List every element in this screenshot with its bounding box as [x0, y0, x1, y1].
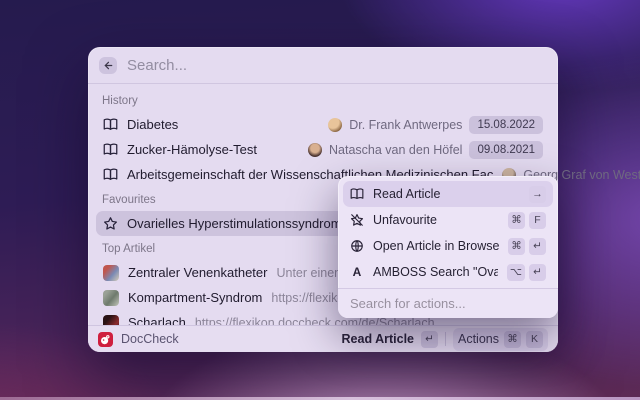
menu-item-label: AMBOSS Search "Ovarielles Hyper... — [373, 265, 498, 279]
enter-key-icon: ↵ — [529, 263, 546, 281]
article-title: Ovarielles Hyperstimulationssyndrom — [127, 216, 342, 231]
actions-button[interactable]: Actions ⌘ K — [453, 327, 548, 351]
doccheck-logo-icon — [98, 331, 113, 347]
enter-key-icon: ↵ — [421, 330, 438, 348]
menu-item-amboss-search[interactable]: A AMBOSS Search "Ovarielles Hyper... ⌥ ↵ — [343, 259, 553, 285]
author-name: Dr. Frank Antwerpes — [349, 117, 463, 132]
cmd-key-icon: ⌘ — [508, 211, 525, 229]
amboss-icon: A — [352, 265, 362, 279]
globe-icon — [350, 239, 364, 253]
search-input[interactable]: Search... — [127, 57, 187, 74]
book-open-icon — [103, 117, 118, 132]
star-slash-icon — [350, 213, 364, 227]
list-item-diabetes[interactable]: Diabetes Dr. Frank Antwerpes 15.08.2022 — [96, 112, 550, 137]
actions-label: Actions — [458, 332, 499, 346]
menu-item-open-article-in-browser[interactable]: Open Article in Browser ⌘ ↵ — [343, 233, 553, 259]
article-title: Diabetes — [127, 117, 179, 132]
read-article-action-button[interactable]: Read Article — [342, 332, 414, 346]
date-badge: 09.08.2021 — [469, 140, 543, 159]
date-badge: 15.08.2022 — [469, 115, 543, 134]
back-button[interactable] — [99, 56, 117, 74]
arrow-right-key-icon: → — [529, 185, 546, 203]
menu-item-label: Unfavourite — [373, 213, 437, 227]
article-title: Zentraler Venenkatheter — [128, 265, 268, 280]
article-thumbnail — [103, 289, 119, 306]
article-title: Kompartment-Syndrom — [128, 290, 263, 305]
menu-item-unfavourite[interactable]: Unfavourite ⌘ F — [343, 207, 553, 233]
actions-menu: Read Article → Unfavourite ⌘ F Open Arti… — [338, 176, 558, 318]
option-key-icon: ⌥ — [506, 263, 525, 281]
status-bar: DocCheck Read Article ↵ Actions ⌘ K — [88, 325, 558, 352]
star-icon — [103, 216, 118, 231]
section-header-history: History — [102, 95, 138, 107]
menu-item-label: Read Article — [373, 187, 441, 201]
search-bar: Search... — [88, 47, 558, 84]
cmd-key-icon: ⌘ — [504, 330, 521, 348]
k-key-icon: K — [526, 330, 543, 348]
book-open-icon — [350, 187, 364, 201]
actions-search-input[interactable]: Search for actions... — [338, 288, 558, 318]
app-name: DocCheck — [121, 332, 179, 346]
arrow-left-icon — [103, 60, 114, 71]
menu-item-label: Open Article in Browser — [373, 239, 499, 253]
list-item-zucker-haemolyse-test[interactable]: Zucker-Hämolyse-Test Natascha van den Hö… — [96, 137, 550, 162]
author-name: Natascha van den Höfel — [329, 142, 463, 157]
author-avatar — [328, 117, 343, 132]
article-title: Zucker-Hämolyse-Test — [127, 142, 258, 157]
book-open-icon — [103, 167, 118, 182]
book-open-icon — [103, 142, 118, 157]
article-thumbnail — [103, 264, 119, 281]
f-key-icon: F — [529, 211, 546, 229]
footer-divider — [445, 332, 446, 346]
menu-item-read-article[interactable]: Read Article → — [343, 181, 553, 207]
cmd-key-icon: ⌘ — [508, 237, 525, 255]
enter-key-icon: ↵ — [529, 237, 546, 255]
author-avatar — [308, 142, 323, 157]
